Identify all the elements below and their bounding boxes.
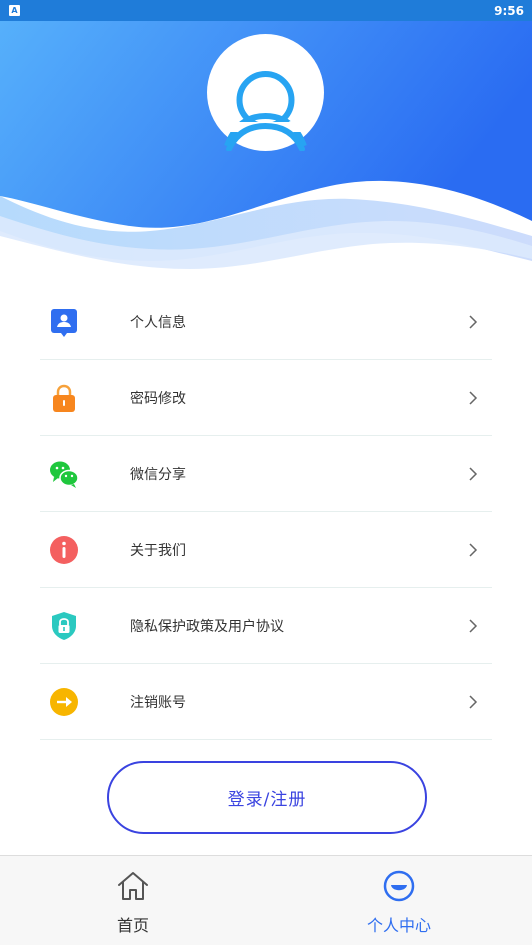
login-register-button[interactable]: 登录/注册 [107, 761, 427, 834]
info-icon [50, 536, 78, 564]
menu-item-label: 个人信息 [130, 314, 186, 331]
shield-icon [52, 612, 76, 640]
menu-item-label: 密码修改 [130, 390, 186, 407]
bottom-tab-bar: 首页 个人中心 [0, 855, 532, 945]
menu-item-label: 隐私保护政策及用户协议 [130, 618, 284, 635]
menu-item-label: 微信分享 [130, 466, 186, 483]
chevron-right-icon [469, 619, 478, 633]
profile-header [0, 21, 532, 271]
status-time: 9:56 [494, 3, 524, 18]
menu-item-password-change[interactable]: 密码修改 [40, 360, 492, 436]
menu-item-label: 注销账号 [130, 694, 186, 711]
menu-item-label: 关于我们 [130, 542, 186, 559]
tab-label: 首页 [116, 916, 149, 935]
app-notification-icon: A [9, 5, 20, 16]
chevron-right-icon [469, 695, 478, 709]
menu-item-cancel-account[interactable]: 注销账号 [40, 664, 492, 740]
user-icon [224, 71, 307, 151]
chevron-right-icon [469, 543, 478, 557]
menu-item-wechat-share[interactable]: 微信分享 [40, 436, 492, 512]
lock-icon [53, 384, 75, 412]
home-icon [118, 872, 148, 900]
id-card-icon [51, 309, 77, 337]
menu-item-privacy-policy[interactable]: 隐私保护政策及用户协议 [40, 588, 492, 664]
chevron-right-icon [469, 467, 478, 481]
menu-list: 个人信息 密码修改 微信分享 关于我们 隐私保护政策及用户协议 注销账号 [40, 284, 492, 740]
status-bar: A 9:56 [0, 0, 532, 21]
chevron-right-icon [469, 315, 478, 329]
wechat-icon [50, 461, 79, 488]
avatar[interactable] [207, 34, 324, 151]
menu-item-personal-info[interactable]: 个人信息 [40, 284, 492, 360]
tab-label: 个人中心 [366, 916, 431, 935]
smile-icon [383, 870, 415, 902]
tab-home[interactable]: 首页 [0, 856, 266, 945]
logout-icon [50, 688, 78, 716]
menu-item-about-us[interactable]: 关于我们 [40, 512, 492, 588]
tab-personal-center[interactable]: 个人中心 [266, 856, 532, 945]
chevron-right-icon [469, 391, 478, 405]
